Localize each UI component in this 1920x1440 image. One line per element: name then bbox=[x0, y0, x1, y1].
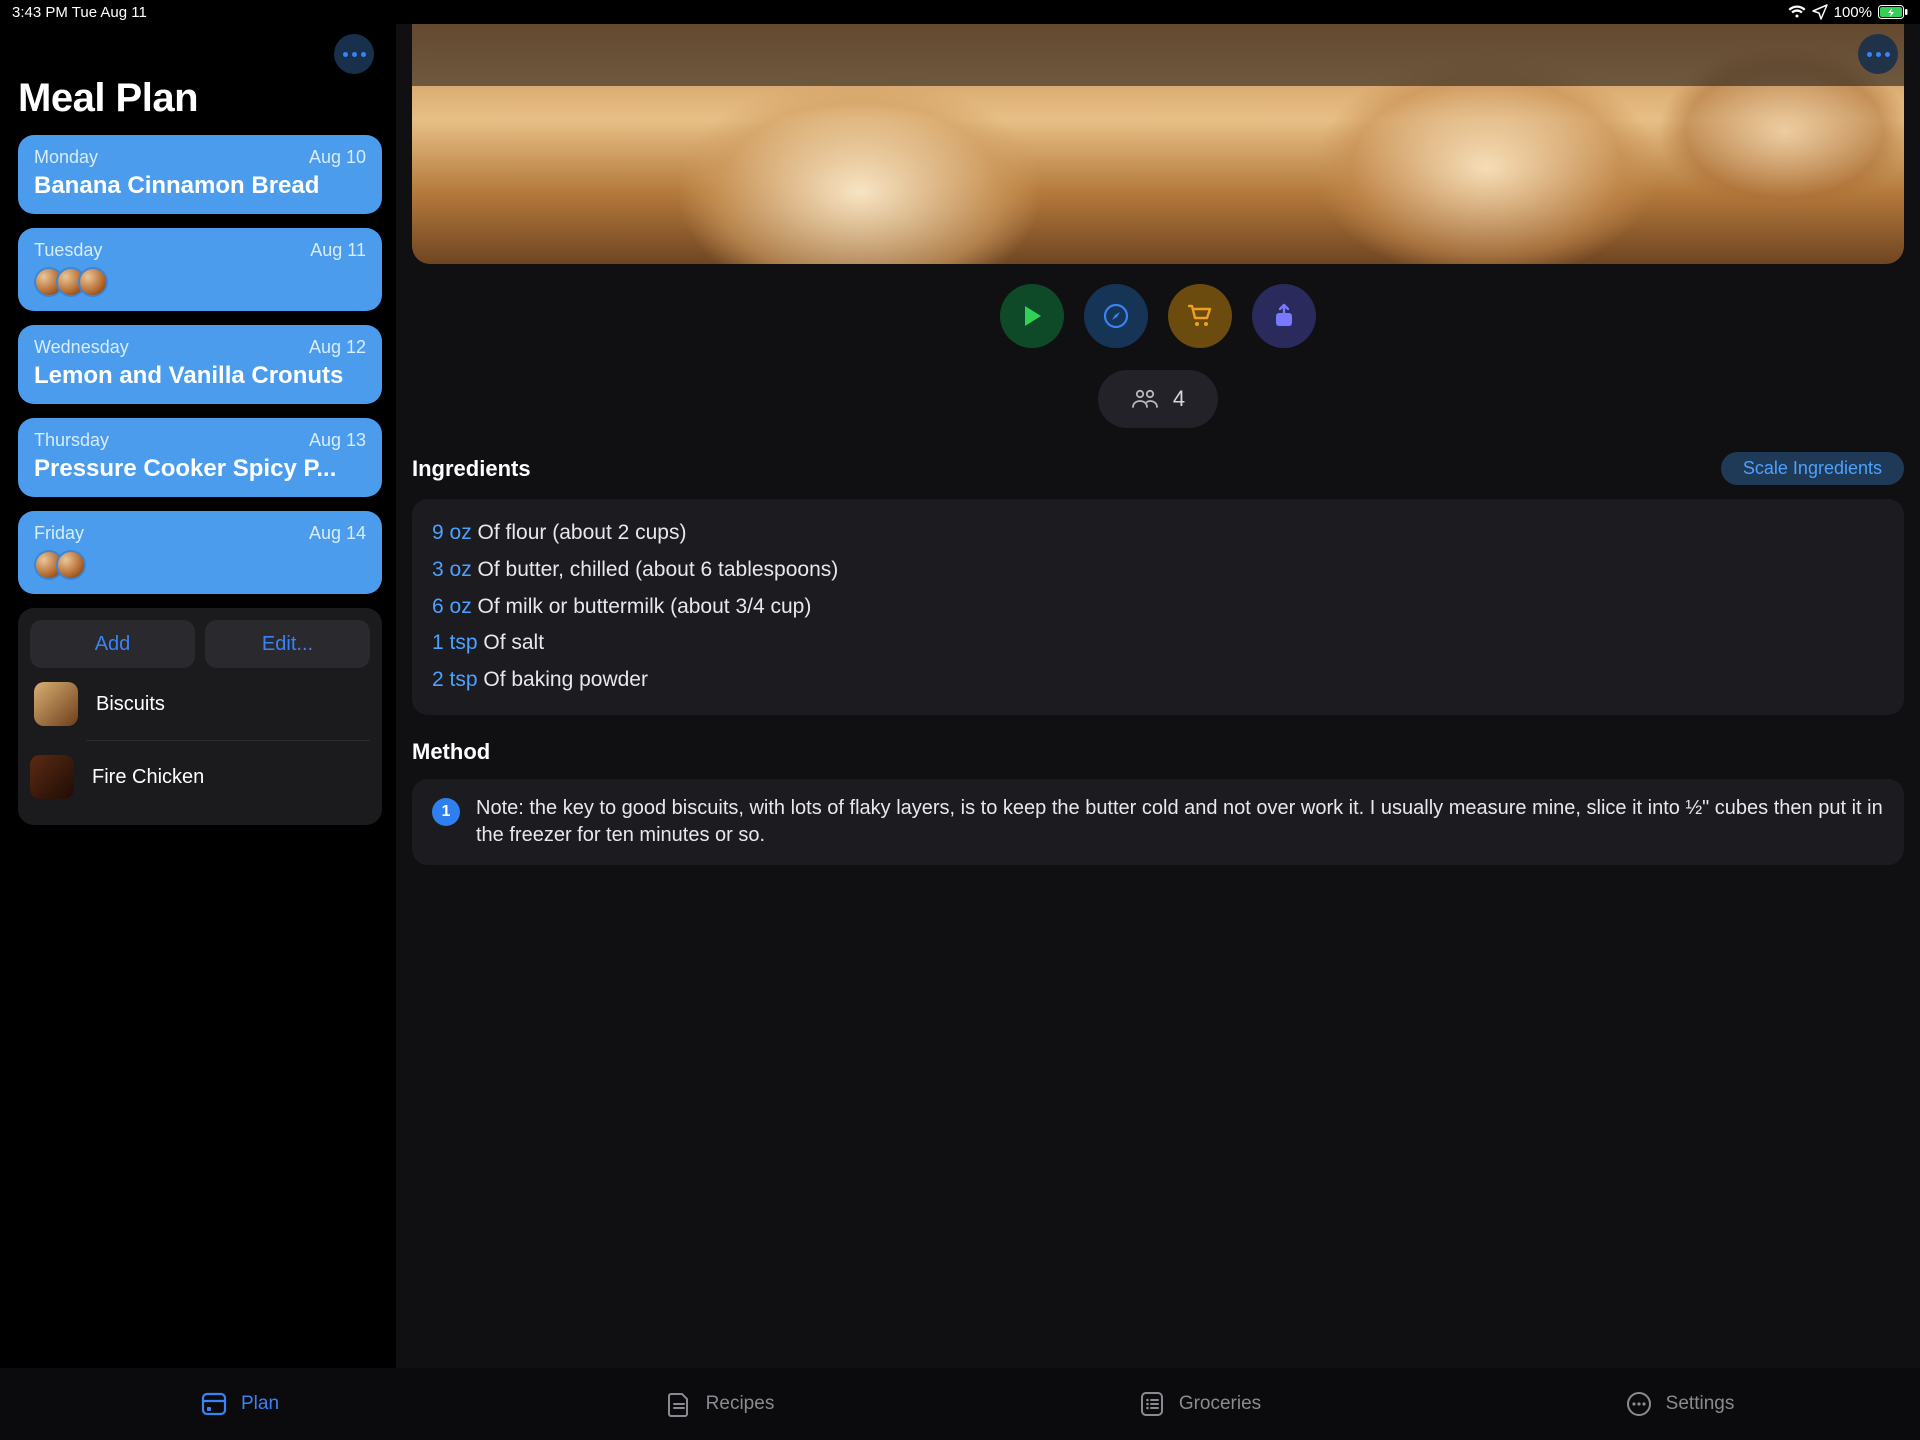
day-thumbs bbox=[34, 550, 366, 580]
recipe-hero-image bbox=[412, 24, 1904, 264]
ingredient-row: 2 tsp Of baking powder bbox=[432, 662, 1884, 699]
tab-label: Settings bbox=[1666, 1393, 1735, 1415]
status-bar: 3:43 PM Tue Aug 11 100% bbox=[0, 0, 1920, 24]
ingredients-card: 9 oz Of flour (about 2 cups) 3 oz Of but… bbox=[412, 499, 1904, 715]
compass-icon bbox=[1103, 303, 1129, 329]
day-card-monday[interactable]: Monday Aug 10 Banana Cinnamon Bread bbox=[18, 135, 382, 214]
method-title: Method bbox=[412, 739, 1904, 765]
day-name: Wednesday bbox=[34, 337, 129, 358]
day-name: Tuesday bbox=[34, 240, 102, 261]
add-button[interactable]: Add bbox=[30, 620, 195, 668]
tab-label: Groceries bbox=[1179, 1393, 1261, 1415]
share-icon bbox=[1273, 303, 1295, 329]
play-icon bbox=[1021, 304, 1043, 328]
status-time: 3:43 PM Tue Aug 11 bbox=[12, 4, 147, 21]
location-icon bbox=[1812, 4, 1828, 20]
step-number: 1 bbox=[432, 798, 460, 826]
edit-button[interactable]: Edit... bbox=[205, 620, 370, 668]
more-icon bbox=[1867, 52, 1890, 57]
day-date: Aug 12 bbox=[309, 337, 366, 358]
ingredient-row: 3 oz Of butter, chilled (about 6 tablesp… bbox=[432, 552, 1884, 589]
ingredient-row: 1 tsp Of salt bbox=[432, 625, 1884, 662]
page-title: Meal Plan bbox=[18, 76, 382, 121]
tab-label: Recipes bbox=[706, 1393, 775, 1415]
day-thumbs bbox=[34, 267, 366, 297]
action-row bbox=[396, 284, 1920, 348]
day-meal: Banana Cinnamon Bread bbox=[34, 172, 366, 200]
queue-item-label: Fire Chicken bbox=[92, 766, 204, 789]
servings-count: 4 bbox=[1173, 386, 1185, 412]
wifi-icon bbox=[1788, 5, 1806, 19]
sidebar-more-button[interactable] bbox=[334, 34, 374, 74]
day-name: Thursday bbox=[34, 430, 109, 451]
day-name: Monday bbox=[34, 147, 98, 168]
calendar-icon bbox=[201, 1391, 227, 1417]
detail-more-button[interactable] bbox=[1858, 34, 1898, 74]
recipe-thumb-icon bbox=[34, 682, 78, 726]
document-icon bbox=[666, 1391, 692, 1417]
day-card-friday[interactable]: Friday Aug 14 bbox=[18, 511, 382, 594]
tab-label: Plan bbox=[241, 1393, 279, 1415]
servings-pill[interactable]: 4 bbox=[1098, 370, 1218, 428]
cart-icon bbox=[1186, 303, 1214, 329]
ingredient-row: 9 oz Of flour (about 2 cups) bbox=[432, 515, 1884, 552]
tab-groceries[interactable]: Groceries bbox=[960, 1391, 1440, 1417]
queue-item[interactable]: Biscuits bbox=[30, 668, 370, 740]
tab-settings[interactable]: Settings bbox=[1440, 1391, 1920, 1417]
list-icon bbox=[1139, 1391, 1165, 1417]
ingredients-title: Ingredients bbox=[412, 456, 531, 482]
queue-item-label: Biscuits bbox=[96, 693, 165, 716]
tab-recipes[interactable]: Recipes bbox=[480, 1391, 960, 1417]
day-name: Friday bbox=[34, 523, 84, 544]
day-meal: Lemon and Vanilla Cronuts bbox=[34, 362, 366, 390]
battery-percent: 100% bbox=[1834, 4, 1872, 21]
tab-plan[interactable]: Plan bbox=[0, 1391, 480, 1417]
day-card-tuesday[interactable]: Tuesday Aug 11 bbox=[18, 228, 382, 311]
method-step: 1 Note: the key to good biscuits, with l… bbox=[412, 779, 1904, 865]
queue-panel: Add Edit... Biscuits Fire Chicken bbox=[18, 608, 382, 825]
cook-button[interactable] bbox=[1000, 284, 1064, 348]
share-button[interactable] bbox=[1252, 284, 1316, 348]
day-date: Aug 11 bbox=[310, 240, 366, 261]
day-date: Aug 14 bbox=[309, 523, 366, 544]
groceries-button[interactable] bbox=[1168, 284, 1232, 348]
sidebar: Meal Plan Monday Aug 10 Banana Cinnamon B… bbox=[0, 24, 396, 1368]
queue-item[interactable]: Fire Chicken bbox=[86, 740, 370, 813]
battery-icon bbox=[1878, 5, 1908, 19]
recipe-thumb-icon bbox=[30, 755, 74, 799]
more-icon bbox=[343, 52, 366, 57]
day-card-wednesday[interactable]: Wednesday Aug 12 Lemon and Vanilla Cronut… bbox=[18, 325, 382, 404]
day-date: Aug 10 bbox=[309, 147, 366, 168]
people-icon bbox=[1131, 389, 1159, 409]
ingredient-row: 6 oz Of milk or buttermilk (about 3/4 cu… bbox=[432, 589, 1884, 626]
more-circle-icon bbox=[1626, 1391, 1652, 1417]
step-text: Note: the key to good biscuits, with lot… bbox=[476, 795, 1884, 849]
day-date: Aug 13 bbox=[309, 430, 366, 451]
scale-ingredients-button[interactable]: Scale Ingredients bbox=[1721, 452, 1904, 485]
tab-bar: Plan Recipes Groceries Settings bbox=[0, 1368, 1920, 1440]
detail-pane: 4 Ingredients Scale Ingredients 9 oz Of … bbox=[396, 24, 1920, 1368]
explore-button[interactable] bbox=[1084, 284, 1148, 348]
day-card-thursday[interactable]: Thursday Aug 13 Pressure Cooker Spicy P..… bbox=[18, 418, 382, 497]
day-meal: Pressure Cooker Spicy P... bbox=[34, 455, 366, 483]
